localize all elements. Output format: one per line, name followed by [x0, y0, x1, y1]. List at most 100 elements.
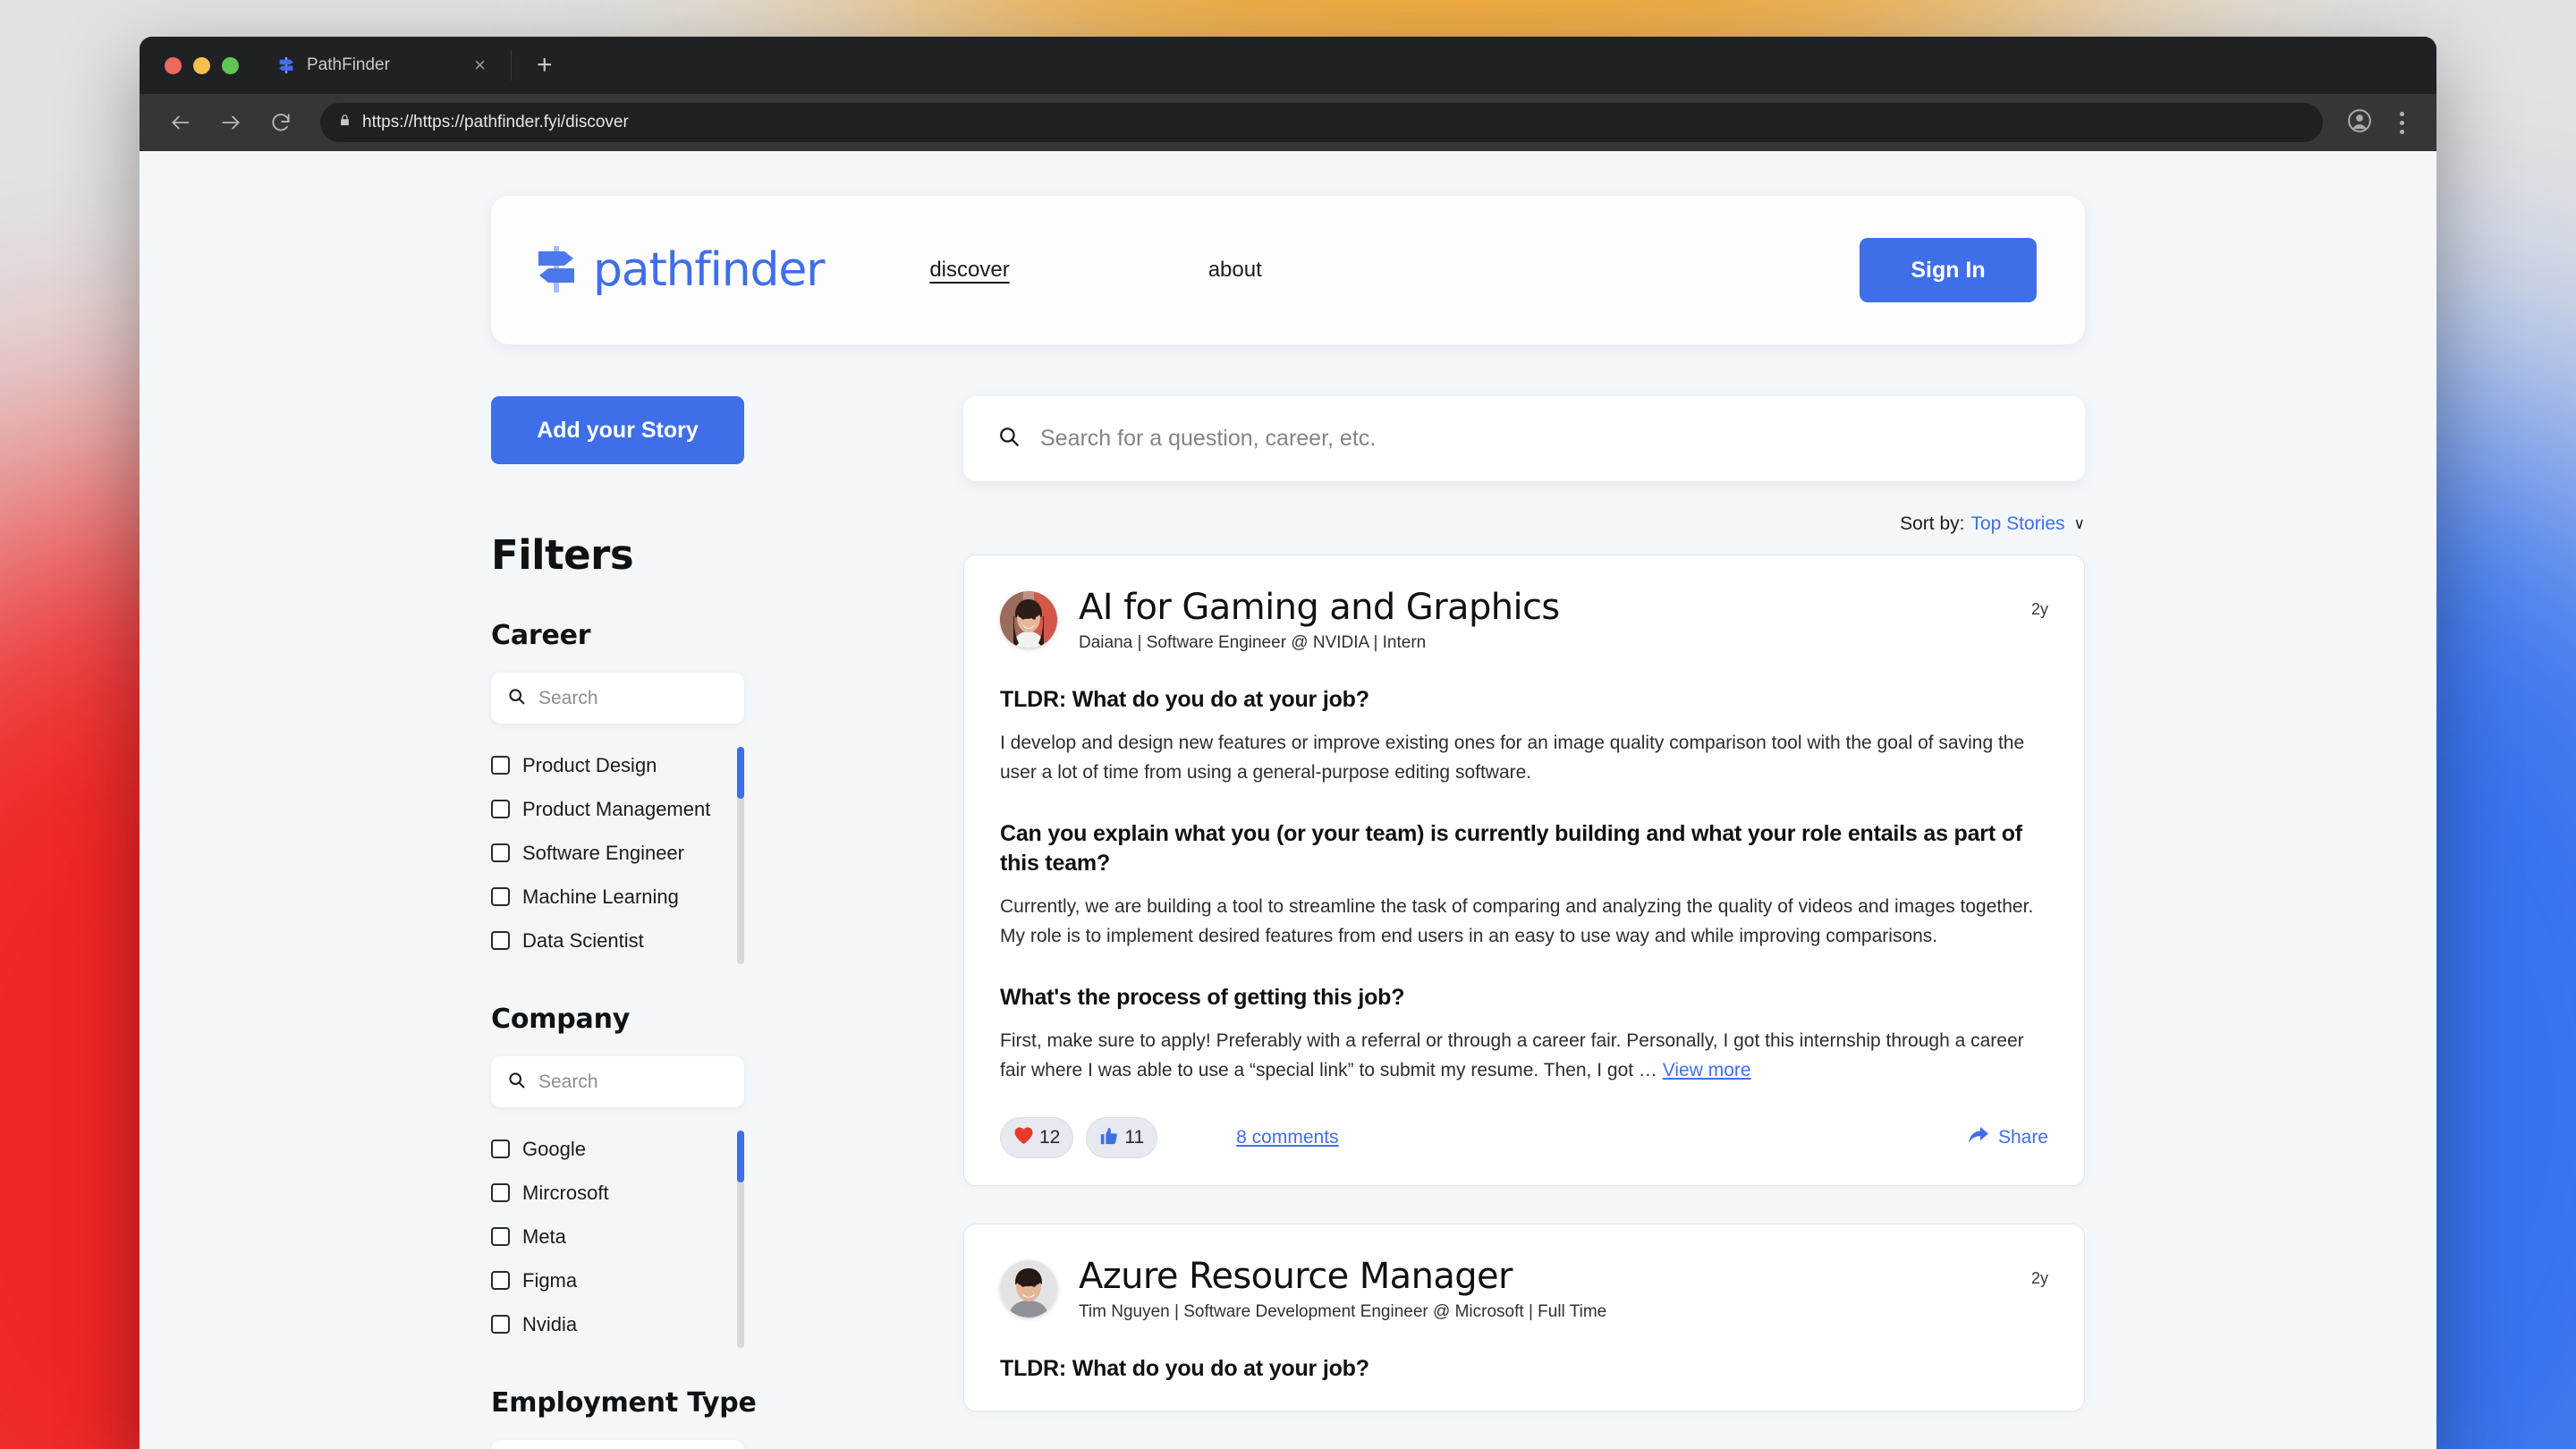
- window-traffic-lights: [154, 56, 262, 74]
- company-option-label: Mircrosoft: [522, 1181, 609, 1204]
- post-comments-link[interactable]: 8 comments: [1236, 1127, 1338, 1148]
- post-subtitle: Tim Nguyen | Software Development Engine…: [1079, 1302, 1607, 1322]
- reaction-heart-button[interactable]: 12: [1000, 1117, 1074, 1159]
- browser-menu-icon[interactable]: [2391, 105, 2413, 141]
- address-bar[interactable]: https://https://pathfinder.fyi/discover: [320, 103, 2323, 142]
- toolbar-right-actions: [2346, 105, 2417, 141]
- career-option-row[interactable]: Product Design: [491, 743, 744, 787]
- career-option-row[interactable]: Product Management: [491, 787, 744, 831]
- checkbox[interactable]: [491, 756, 510, 775]
- browser-tab-title: PathFinder: [307, 55, 390, 74]
- career-option-row[interactable]: Software Engineer: [491, 831, 744, 875]
- view-more-link[interactable]: View more: [1663, 1060, 1751, 1080]
- career-option-list: Product Design Product Management Softwa…: [491, 743, 744, 964]
- post-title[interactable]: Azure Resource Manager: [1079, 1257, 2010, 1296]
- profile-avatar-icon[interactable]: [2346, 107, 2373, 139]
- post-card: AI for Gaming and Graphics Daiana | Soft…: [963, 555, 2085, 1187]
- post-header-text: AI for Gaming and Graphics Daiana | Soft…: [1079, 588, 2010, 653]
- brand-name: pathfinder: [593, 243, 826, 297]
- sort-control[interactable]: Sort by: Top Stories ∨: [963, 513, 2085, 535]
- post-answer-truncated: First, make sure to apply! Preferably wi…: [1000, 1027, 2048, 1085]
- checkbox[interactable]: [491, 931, 510, 950]
- post-age: 2y: [2030, 600, 2048, 618]
- back-icon[interactable]: [159, 101, 202, 144]
- facet-employment-type: Employment Type Search: [491, 1387, 800, 1449]
- page-viewport: pathfinder discover about Sign In Add yo…: [140, 151, 2436, 1449]
- filters-heading: Filters: [491, 531, 634, 579]
- post-title[interactable]: AI for Gaming and Graphics: [1079, 588, 2010, 627]
- browser-toolbar: https://https://pathfinder.fyi/discover: [140, 94, 2436, 151]
- career-list-scrollbar[interactable]: [737, 747, 744, 964]
- nav-link-about[interactable]: about: [1208, 258, 1262, 283]
- add-your-story-button[interactable]: Add your Story: [491, 396, 744, 464]
- company-option-label: Nvidia: [522, 1312, 578, 1335]
- tab-divider: [511, 50, 512, 80]
- page-root: pathfinder discover about Sign In Add yo…: [140, 196, 2436, 1449]
- company-list-scrollbar[interactable]: [737, 1131, 744, 1348]
- checkbox[interactable]: [491, 800, 510, 818]
- new-tab-button[interactable]: +: [524, 52, 565, 79]
- filters-sidebar: Add your Story Filters Career Search Pro…: [491, 396, 800, 1449]
- company-option-label: Google: [522, 1137, 586, 1160]
- checkbox[interactable]: [491, 887, 510, 906]
- company-option-row[interactable]: Nvidia: [491, 1302, 744, 1346]
- sort-value[interactable]: Top Stories: [1970, 513, 2064, 535]
- sign-in-button[interactable]: Sign In: [1860, 238, 2037, 302]
- checkbox[interactable]: [491, 1271, 510, 1290]
- company-option-label: Meta: [522, 1224, 566, 1248]
- checkbox[interactable]: [491, 1227, 510, 1246]
- post-reactions-bar: 12 11 8 comments Share: [1000, 1117, 2048, 1159]
- company-option-row[interactable]: Mircrosoft: [491, 1171, 744, 1215]
- brand-logo[interactable]: pathfinder: [536, 242, 826, 299]
- checkbox[interactable]: [491, 1140, 510, 1158]
- checkbox[interactable]: [491, 1183, 510, 1202]
- company-option-row[interactable]: Meta: [491, 1215, 744, 1258]
- checkbox[interactable]: [491, 1315, 510, 1334]
- company-search-input[interactable]: Search: [491, 1056, 744, 1107]
- career-option-label: Product Design: [522, 753, 657, 776]
- close-icon[interactable]: ×: [474, 55, 486, 75]
- company-list-scroll-thumb[interactable]: [737, 1131, 744, 1182]
- reaction-thumbs-up-button[interactable]: 11: [1086, 1117, 1158, 1159]
- career-option-label: Machine Learning: [522, 885, 679, 908]
- post-question: TLDR: What do you do at your job?: [1000, 687, 1369, 712]
- post-header: AI for Gaming and Graphics Daiana | Soft…: [1000, 588, 2048, 653]
- career-list-scroll-thumb[interactable]: [737, 747, 744, 799]
- reaction-thumbs-up-count: 11: [1124, 1127, 1145, 1148]
- search-input[interactable]: Search for a question, career, etc.: [963, 396, 2085, 481]
- lock-icon: [338, 114, 352, 131]
- career-option-row[interactable]: Machine Learning: [491, 875, 744, 919]
- facet-title-employment-type: Employment Type: [491, 1387, 757, 1419]
- career-option-label: Data Scientist: [522, 928, 644, 952]
- nav-link-discover[interactable]: discover: [929, 258, 1009, 283]
- maximize-window-button[interactable]: [222, 56, 239, 74]
- reload-icon[interactable]: [259, 101, 302, 144]
- post-question: What's the process of getting this job?: [1000, 985, 1405, 1011]
- company-option-row[interactable]: Figma: [491, 1258, 744, 1302]
- employment-type-search-input[interactable]: Search: [491, 1440, 744, 1449]
- career-search-placeholder: Search: [538, 687, 598, 708]
- checkbox[interactable]: [491, 843, 510, 862]
- facet-company: Company Search Google Mircrosoft Meta Fi…: [491, 1004, 800, 1348]
- minimize-window-button[interactable]: [193, 56, 210, 74]
- chevron-down-icon[interactable]: ∨: [2074, 515, 2085, 533]
- forward-icon[interactable]: [209, 101, 252, 144]
- search-icon: [507, 687, 526, 710]
- main-content: Search for a question, career, etc. Sort…: [800, 396, 2085, 1449]
- company-option-row[interactable]: Google: [491, 1127, 744, 1171]
- sort-label: Sort by:: [1900, 513, 1965, 534]
- facet-title-career: Career: [491, 620, 591, 651]
- search-placeholder: Search for a question, career, etc.: [1040, 426, 1377, 451]
- post-answer: Currently, we are building a tool to str…: [1000, 896, 2034, 946]
- post-share-button[interactable]: Share: [1968, 1125, 2048, 1150]
- post-question: TLDR: What do you do at your job?: [1000, 1356, 1369, 1382]
- close-window-button[interactable]: [165, 56, 182, 74]
- post-header-text: Azure Resource Manager Tim Nguyen | Soft…: [1079, 1257, 2010, 1322]
- career-search-input[interactable]: Search: [491, 673, 744, 724]
- post-header: Azure Resource Manager Tim Nguyen | Soft…: [1000, 1257, 2048, 1322]
- career-option-label: Software Engineer: [522, 841, 684, 864]
- browser-tab[interactable]: PathFinder ×: [262, 37, 498, 94]
- browser-window: PathFinder × + https://https://pathfinde…: [140, 37, 2436, 1449]
- career-option-row[interactable]: Data Scientist: [491, 919, 744, 962]
- signpost-icon: [276, 55, 296, 75]
